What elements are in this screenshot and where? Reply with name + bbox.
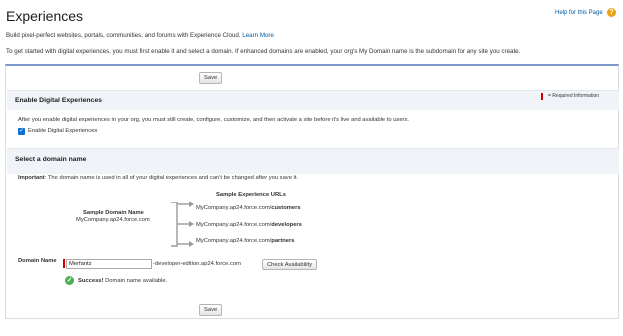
sample-domain-value: MyCompany.ap24.force.com: [76, 217, 150, 223]
url-branch-arrows: [171, 202, 194, 247]
domain-name-input[interactable]: [66, 259, 152, 269]
enable-section-title: Enable Digital Experiences: [15, 97, 102, 104]
enable-checkbox-label: Enable Digital Experiences: [28, 128, 98, 134]
intro-text: To get started with digital experiences,…: [6, 48, 521, 55]
learn-more-link[interactable]: Learn More: [242, 32, 274, 39]
domain-suffix: -developer-edition.ap24.force.com: [153, 261, 241, 267]
enable-description: After you enable digital experiences in …: [18, 117, 409, 123]
domain-required-indicator: [63, 259, 65, 268]
save-button-top[interactable]: Save: [199, 72, 223, 84]
success-message: Success! Domain name available.: [78, 278, 168, 284]
help-icon[interactable]: ?: [607, 8, 616, 17]
page-title: Experiences: [6, 8, 84, 24]
page-subtitle: Build pixel-perfect websites, portals, c…: [6, 32, 274, 39]
enable-checkbox[interactable]: ✓: [18, 128, 25, 135]
success-check-icon: ✓: [65, 276, 74, 285]
important-label: Important: [18, 175, 45, 181]
sample-url-partners: MyCompany.ap24.force.com/partners: [196, 238, 295, 244]
main-panel: Save Enable Digital Experiences = Requir…: [5, 64, 619, 319]
domain-name-label: Domain Name: [18, 258, 57, 264]
subtitle-text: Build pixel-perfect websites, portals, c…: [6, 32, 241, 39]
required-indicator: [541, 93, 543, 100]
sample-url-developers: MyCompany.ap24.force.com/developers: [196, 222, 302, 228]
sample-urls-heading: Sample Experience URLs: [216, 192, 286, 198]
save-button-bottom[interactable]: Save: [199, 304, 223, 316]
domain-section-header: Select a domain name: [7, 148, 619, 174]
enable-section-header: Enable Digital Experiences = Required In…: [7, 90, 619, 110]
important-note: Important: The domain name is used in al…: [18, 175, 298, 181]
help-link[interactable]: Help for this Page: [555, 10, 603, 16]
important-text: : The domain name is used in all of your…: [44, 175, 299, 181]
sample-url-customers: MyCompany.ap24.force.com/customers: [196, 205, 301, 211]
domain-section-title: Select a domain name: [15, 156, 87, 163]
sample-domain-heading: Sample Domain Name: [83, 210, 144, 216]
required-info-text: = Required Information: [548, 93, 600, 99]
check-availability-button[interactable]: Check Availability: [262, 259, 318, 270]
